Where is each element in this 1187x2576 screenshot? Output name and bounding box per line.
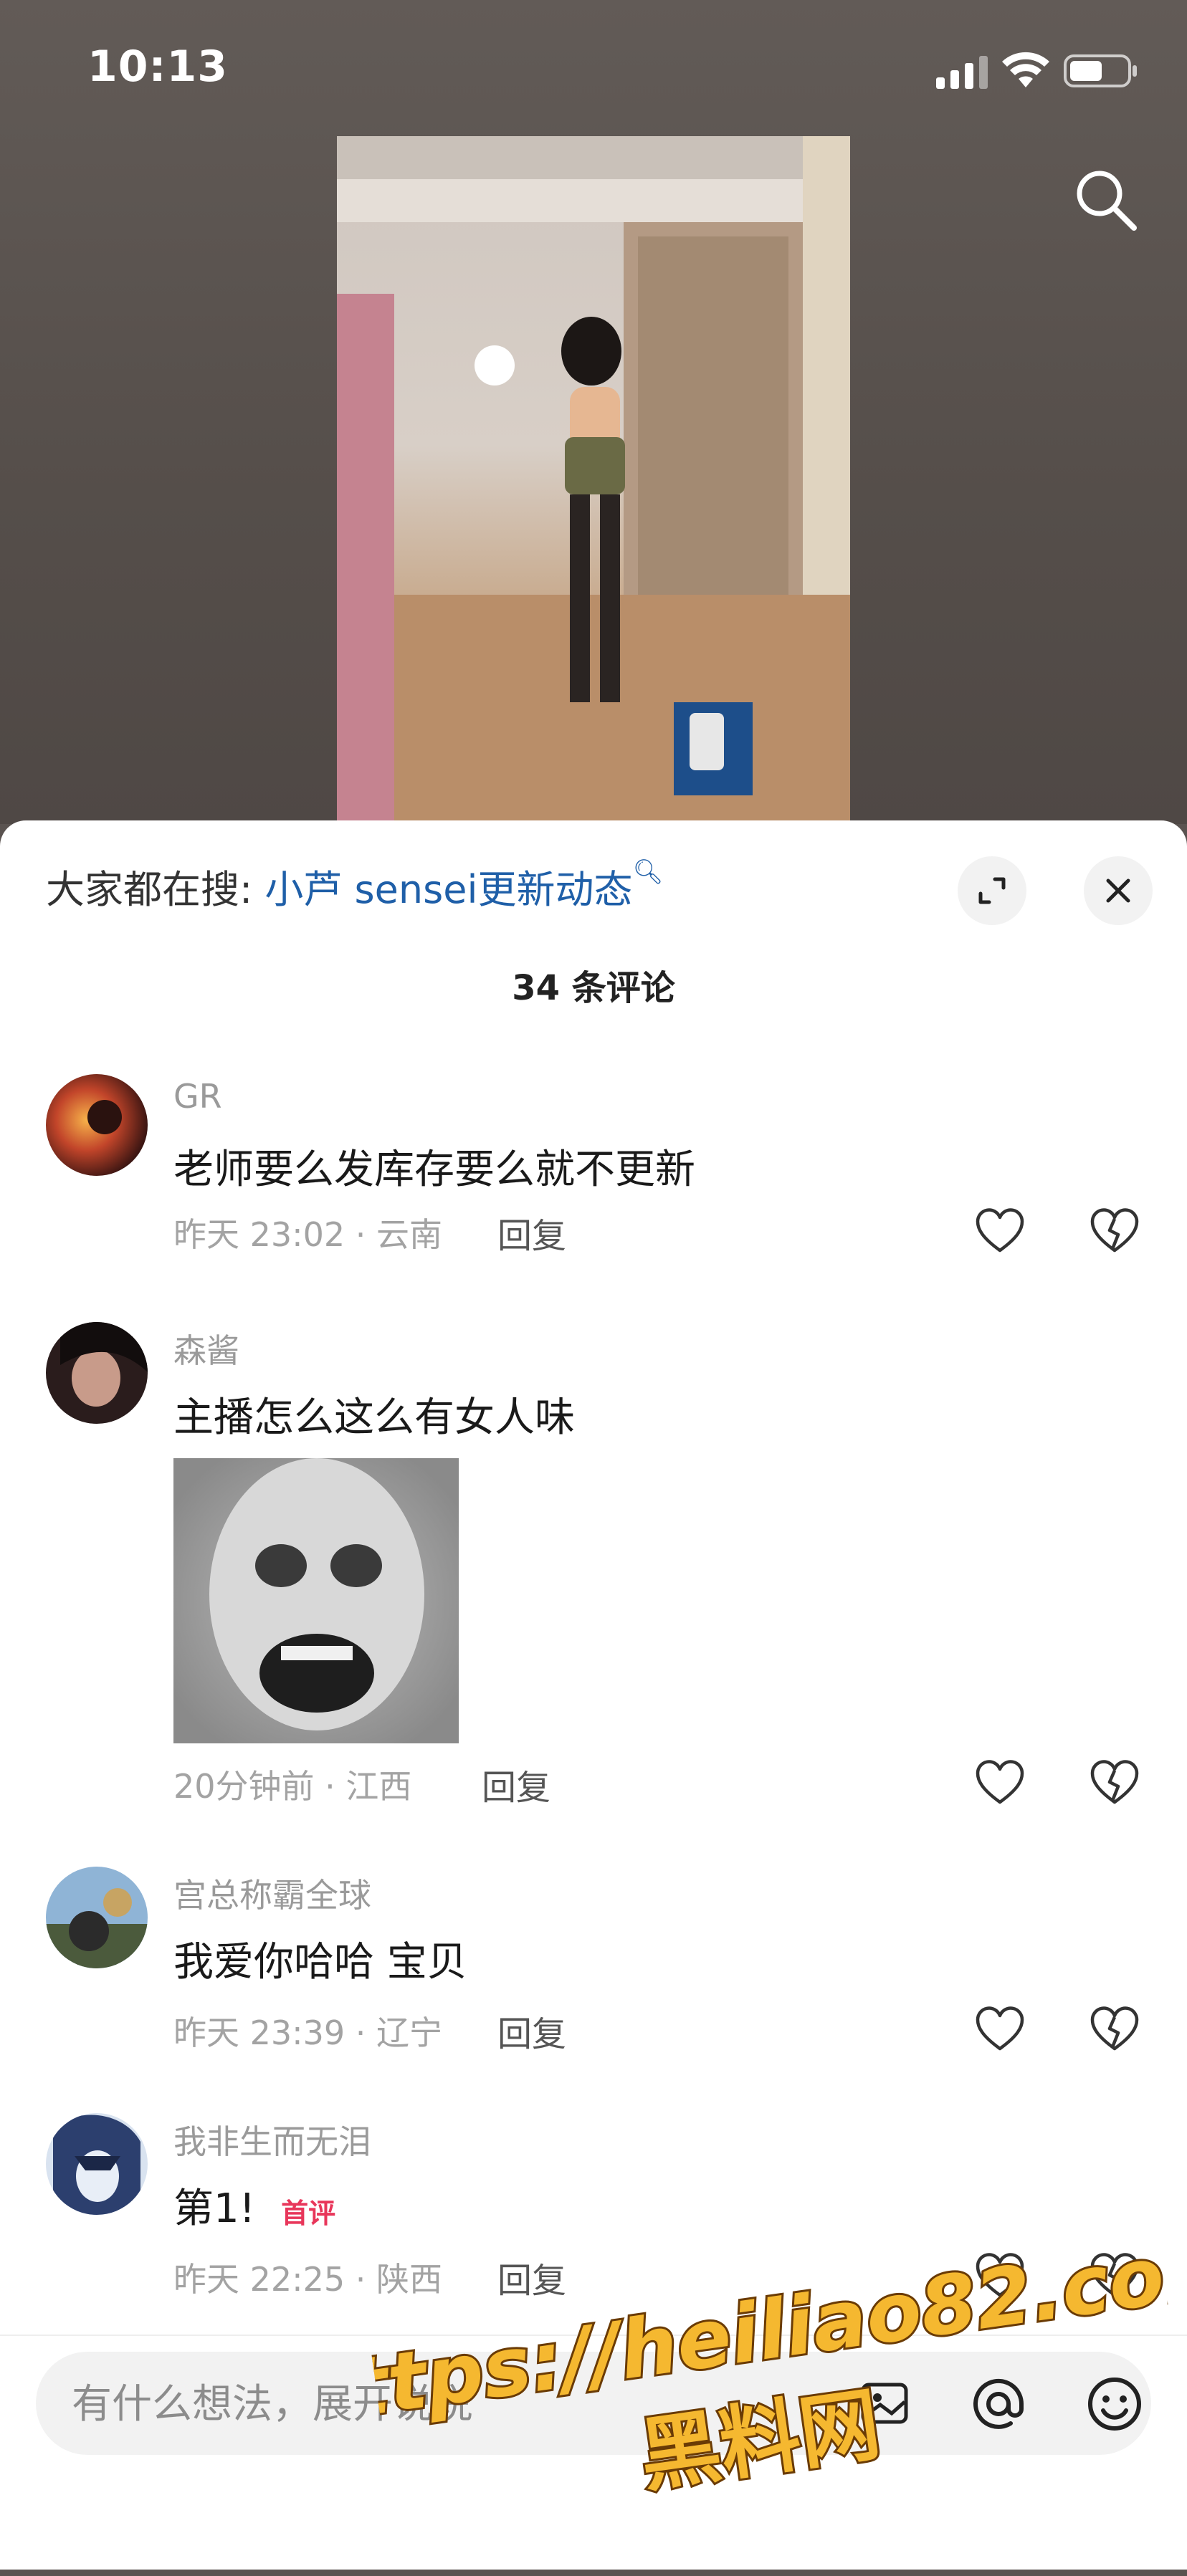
comment-count: 34 条评论 [512, 968, 675, 1008]
comment-item: GR 老师要么发库存要么就不更新 昨天 23:02 · 云南 回复 [0, 1074, 1187, 1289]
comment-item: 宫总称霸全球 我爱你哈哈 宝贝 昨天 23:39 · 辽宁 回复 [0, 1867, 1187, 2082]
comment-username[interactable]: 森酱 [173, 1325, 239, 1372]
close-icon [1106, 878, 1130, 903]
first-comment-badge: 首评 [281, 2198, 336, 2230]
dislike-broken-heart-icon[interactable] [1090, 2252, 1140, 2299]
like-heart-icon[interactable] [975, 2252, 1025, 2299]
comment-item: 森酱 主播怎么这么有女人味 20分钟前 · 江西 回复 [0, 1322, 1187, 1838]
like-heart-icon[interactable] [975, 1207, 1025, 1255]
comment-composer-bar [0, 2335, 1187, 2570]
reply-button[interactable]: 回复 [482, 1759, 550, 1809]
emoji-icon[interactable] [1084, 2373, 1145, 2435]
expand-button[interactable] [958, 856, 1026, 925]
reply-button[interactable]: 回复 [497, 2252, 566, 2302]
avatar[interactable] [46, 1322, 148, 1424]
comment-username[interactable]: GR [173, 1077, 222, 1116]
comment-text: 我爱你哈哈 宝贝 [173, 1939, 467, 1986]
comment-input[interactable] [70, 2352, 847, 2456]
cellular-signal-icon [936, 56, 988, 89]
wifi-icon [1002, 52, 1049, 87]
reply-button[interactable]: 回复 [497, 2006, 566, 2056]
hot-search-label: 大家都在搜: [46, 867, 253, 912]
avatar[interactable] [46, 1074, 148, 1176]
comment-meta: 昨天 23:39 · 辽宁 [173, 2014, 443, 2052]
like-heart-icon[interactable] [975, 2006, 1025, 2053]
expand-icon [978, 877, 1006, 904]
hot-search-magnifier-icon: 🔍︎ [632, 858, 664, 886]
comment-text: 主播怎么这么有女人味 [173, 1394, 575, 1441]
status-bar: 10:13 [0, 0, 1187, 136]
comment-meta: 20分钟前 · 江西 [173, 1767, 412, 1806]
comment-sticker-image[interactable] [173, 1458, 459, 1743]
dislike-broken-heart-icon[interactable] [1090, 2006, 1140, 2053]
comment-input-container [36, 2352, 1151, 2456]
comment-text: 老师要么发库存要么就不更新 [173, 1146, 695, 1193]
video-thumbnail[interactable] [337, 136, 850, 824]
comment-meta: 昨天 22:25 · 陕西 [173, 2260, 443, 2299]
image-icon[interactable] [854, 2373, 916, 2435]
hot-search-bar: 大家都在搜: 小芦 sensei更新动态🔍︎ [46, 858, 664, 914]
mention-at-icon[interactable] [968, 2373, 1029, 2435]
comment-username[interactable]: 宫总称霸全球 [173, 1869, 371, 1917]
battery-icon [1064, 54, 1137, 87]
like-heart-icon[interactable] [975, 1759, 1025, 1806]
comment-sheet: 大家都在搜: 小芦 sensei更新动态🔍︎ 34 条评论 GR 老师要么发库存… [0, 820, 1187, 2568]
reply-button[interactable]: 回复 [497, 1207, 566, 1258]
avatar[interactable] [46, 2113, 148, 2215]
close-button[interactable] [1084, 856, 1153, 925]
dislike-broken-heart-icon[interactable] [1090, 1759, 1140, 1806]
dislike-broken-heart-icon[interactable] [1090, 1207, 1140, 1255]
comment-meta: 昨天 23:02 · 云南 [173, 1215, 443, 1254]
comment-text: 第1! 首评 [173, 2176, 335, 2234]
status-time: 10:13 [87, 42, 228, 92]
comment-item: 我非生而无泪 第1! 首评 昨天 22:25 · 陕西 回复 [0, 2113, 1187, 2328]
comment-text-content: 第1! [173, 2185, 256, 2232]
comment-username[interactable]: 我非生而无泪 [173, 2116, 371, 2163]
hot-search-keyword[interactable]: 小芦 sensei更新动态 [264, 867, 632, 912]
search-icon[interactable] [1071, 165, 1140, 234]
room-scene [337, 136, 850, 824]
avatar[interactable] [46, 1867, 148, 1968]
